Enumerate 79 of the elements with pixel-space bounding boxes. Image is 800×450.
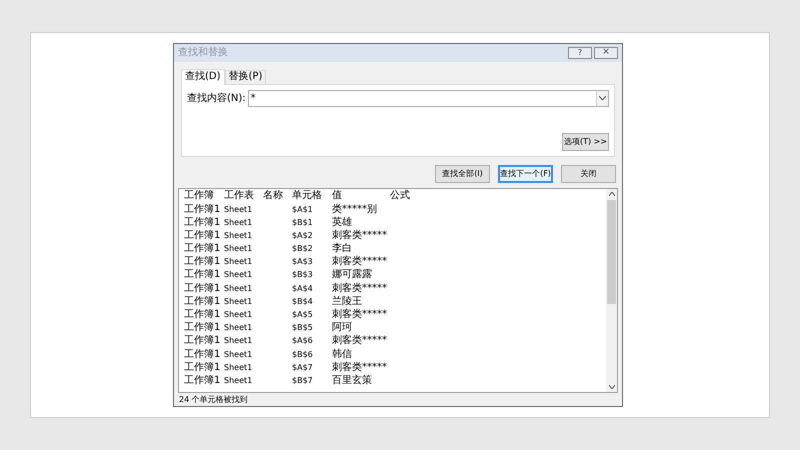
- table-cell-text: $A$6: [292, 337, 314, 346]
- table-cell-text: Sheet1: [224, 232, 254, 240]
- table-cell-text: Sheet1: [224, 337, 254, 346]
- table-cell-text: 阿珂: [332, 323, 353, 334]
- dropdown-icon[interactable]: [596, 90, 608, 106]
- table-cell-text: $B$2: [292, 245, 314, 254]
- table-cell-text: $B$7: [292, 376, 314, 385]
- table-cell-text: Sheet1: [224, 206, 254, 214]
- table-cell-text: 工作簿1: [184, 218, 222, 228]
- close-button[interactable]: ×: [594, 46, 618, 59]
- scrollbar-thumb[interactable]: [607, 200, 616, 304]
- table-cell-text: $A$7: [292, 364, 314, 372]
- find-label: 查找内容(N):: [187, 92, 246, 106]
- table-cell-text: 刺客类*****: [332, 230, 388, 241]
- status-text: 24 个单元格被找到: [179, 396, 248, 404]
- table-cell-text: 韩信: [332, 350, 353, 360]
- table-cell-text: $B$3: [292, 271, 314, 280]
- options-button[interactable]: 选项(T) >>: [562, 132, 609, 151]
- table-cell-text: 工作簿1: [184, 284, 222, 294]
- table-cell-text: Sheet1: [224, 311, 254, 320]
- table-cell-text: $A$5: [292, 311, 314, 320]
- table-cell-text: 工作簿1: [184, 244, 222, 254]
- table-cell-text: Sheet1: [224, 245, 254, 254]
- table-cell-text: Sheet1: [224, 284, 254, 293]
- table-cell-text: 工作簿1: [184, 323, 222, 334]
- table-cell-text: $A$1: [292, 206, 314, 214]
- table-cell-text: 刺客类*****: [332, 257, 388, 268]
- table-cell-text: 兰陵王: [332, 296, 363, 307]
- window-title: 查找和替换: [178, 48, 228, 58]
- table-cell-text: 工作簿1: [184, 230, 222, 241]
- table-cell-text: $A$4: [292, 284, 314, 293]
- find-combo-box[interactable]: *: [248, 90, 609, 107]
- column-header: 工作表: [224, 190, 255, 201]
- table-cell-text: 工作簿1: [184, 204, 222, 215]
- scroll-down-icon[interactable]: [608, 384, 614, 389]
- find-all-button[interactable]: 查找全部(I): [435, 164, 490, 183]
- column-header: 公式: [390, 190, 411, 201]
- table-cell-text: 刺客类*****: [332, 284, 388, 294]
- find-next-button[interactable]: 查找下一个(F): [498, 164, 553, 183]
- column-header: 值: [332, 190, 343, 201]
- table-cell-text: 李白: [332, 244, 353, 254]
- table-cell-text: 刺客类*****: [332, 336, 388, 346]
- table-cell-text: 工作簿1: [184, 270, 222, 280]
- table-cell-text: 娜可露露: [332, 270, 373, 280]
- table-cell-text: 刺客类*****: [332, 310, 388, 320]
- help-button[interactable]: ?: [568, 46, 592, 59]
- table-cell-text: $B$5: [292, 324, 314, 332]
- table-cell-text: 工作簿1: [184, 336, 222, 346]
- table-cell-text: 类*****别: [332, 204, 378, 215]
- table-cell-text: 工作簿1: [184, 310, 222, 320]
- table-cell-text: Sheet1: [224, 218, 254, 227]
- scroll-up-icon[interactable]: [608, 192, 614, 196]
- close-dialog-button[interactable]: 关闭: [561, 164, 616, 183]
- table-cell-text: Sheet1: [224, 324, 254, 332]
- table-cell-text: $A$2: [292, 232, 314, 240]
- table-cell-text: Sheet1: [224, 376, 254, 385]
- column-header: 单元格: [292, 190, 323, 201]
- table-cell-text: Sheet1: [224, 271, 254, 280]
- tab[interactable]: 查找(D): [181, 68, 225, 85]
- table-cell-text: $B$1: [292, 218, 314, 227]
- column-header: 名称: [263, 190, 284, 201]
- table-cell-text: 工作簿1: [184, 376, 222, 386]
- table-cell-text: 工作簿1: [184, 362, 222, 373]
- vertical-scrollbar[interactable]: [606, 188, 617, 392]
- table-cell-text: $B$4: [292, 298, 314, 306]
- table-cell-text: 工作簿1: [184, 257, 222, 268]
- table-cell-text: Sheet1: [224, 350, 254, 359]
- table-cell-text: 工作簿1: [184, 296, 222, 307]
- tab[interactable]: 替换(P): [224, 70, 266, 84]
- table-cell-text: $B$6: [292, 350, 314, 359]
- table-cell-text: Sheet1: [224, 298, 254, 306]
- table-cell-text: 工作簿1: [184, 350, 222, 360]
- table-cell-text: 百里玄策: [332, 376, 373, 386]
- table-cell-text: Sheet1: [224, 258, 254, 266]
- table-cell-text: $A$3: [292, 258, 314, 266]
- table-cell-text: 英雄: [332, 218, 353, 228]
- table-cell-text: Sheet1: [224, 364, 254, 372]
- column-header: 工作簿: [184, 190, 215, 201]
- table-cell-text: 刺客类*****: [332, 362, 388, 373]
